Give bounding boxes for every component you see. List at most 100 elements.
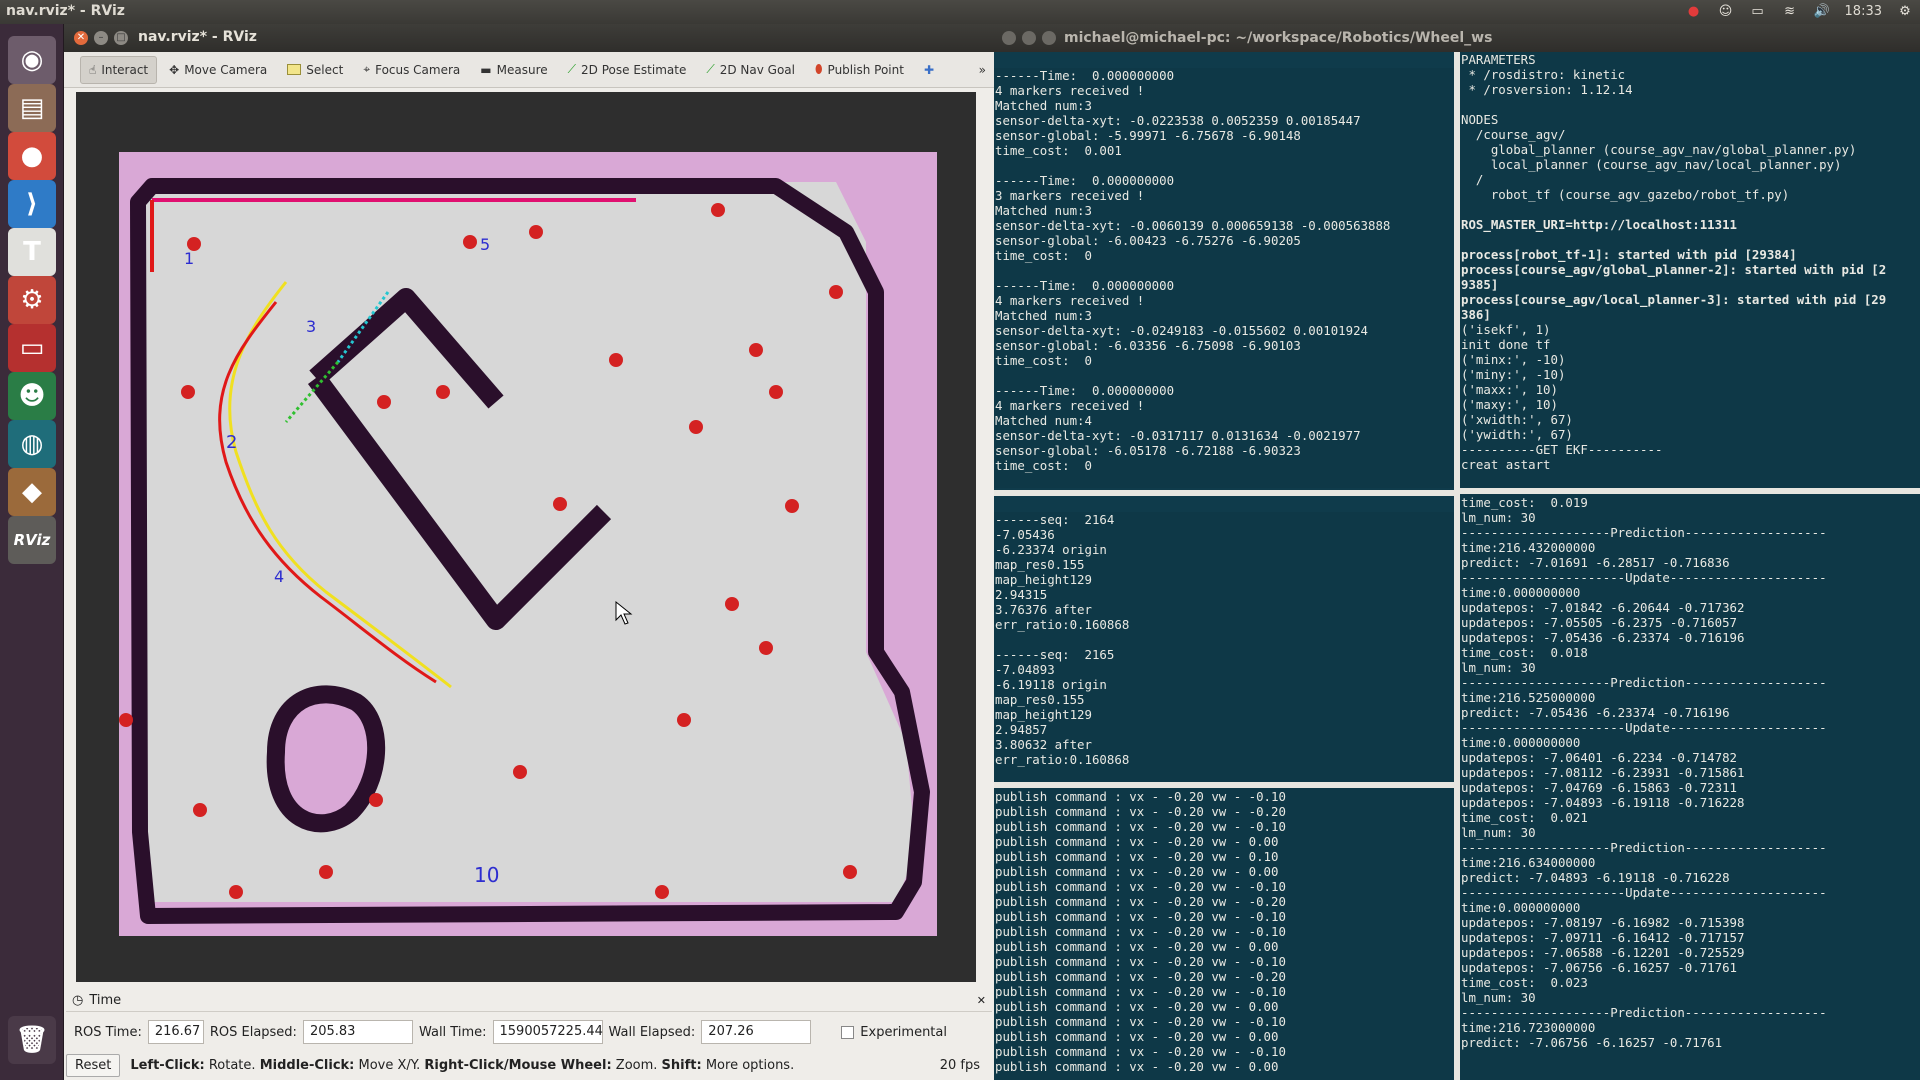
terminal-split-vertical[interactable] (1454, 52, 1460, 1080)
terminal-line: / (1461, 172, 1484, 187)
terminal-line: publish command : vx - -0.20 vw - -0.10 (995, 1044, 1286, 1059)
publish-point-label: Publish Point (827, 62, 904, 77)
terminal-line: sensor-delta-xyt: -0.0060139 0.000659138… (995, 218, 1391, 233)
landmark-marker (229, 885, 243, 899)
landmark-marker (181, 385, 195, 399)
wall-elapsed-field[interactable]: 207.26 (701, 1020, 812, 1044)
select-tool-button[interactable]: Select (279, 57, 351, 83)
terminal-pane-right-lower[interactable]: time_cost: 0.019 lm_num: 30 --------------… (1460, 495, 1920, 1080)
status-hint: Left-Click: Rotate. Middle-Click: Move X… (130, 1058, 794, 1073)
rviz-titlebar: ✕ – □ nav.rviz* - RViz (64, 24, 994, 52)
terminal-line: global_planner (course_agv_nav/global_pl… (1461, 142, 1857, 157)
terminal-line: time_cost: 0.021 (1461, 810, 1588, 825)
wall-time-field[interactable]: 1590057225.44 (492, 1020, 603, 1044)
terminal-line: updatepos: -7.05436 -6.23374 -0.716196 (1461, 630, 1745, 645)
terminal-pane-top-left[interactable]: ------Time: 0.000000000 4 markers receive… (994, 68, 1454, 488)
ros-time-label: ROS Time: (74, 1024, 142, 1040)
landmark-marker (319, 865, 333, 879)
wifi-icon[interactable]: ≋ (1781, 2, 1799, 20)
record-indicator-icon[interactable]: ● (1685, 2, 1703, 20)
clock[interactable]: 18:33 (1845, 4, 1882, 19)
terminal-line: 4 markers received ! (995, 398, 1145, 413)
move-camera-label: Move Camera (184, 62, 268, 77)
launcher-chrome-icon[interactable]: ● (8, 132, 56, 180)
publish-point-tool-button[interactable]: ⬮ Publish Point (807, 56, 912, 83)
terminal-line: time:216.432000000 (1461, 540, 1596, 555)
terminal-minimize-icon[interactable] (1022, 31, 1036, 45)
terminal-line: -7.04893 (995, 662, 1055, 677)
launcher-package-icon[interactable]: ◆ (8, 468, 56, 516)
landmark-marker (689, 420, 703, 434)
terminal-line: init done tf (1461, 337, 1551, 352)
focus-camera-tool-button[interactable]: ⌖ Focus Camera (355, 56, 468, 83)
reset-button[interactable]: Reset (66, 1053, 121, 1077)
terminal-line: publish command : vx - -0.20 vw - 0.00 (995, 1029, 1279, 1044)
launcher-screen-recorder-icon[interactable]: ▭ (8, 324, 56, 372)
close-panel-icon[interactable]: ✕ (977, 994, 986, 1007)
measure-tool-button[interactable]: ▬ Measure (472, 57, 555, 83)
terminal-pane-bottom-left[interactable]: publish command : vx - -0.20 vw - -0.10 p… (994, 789, 1454, 1080)
ros-time-field[interactable]: 216.67 (147, 1020, 204, 1044)
right-click-key: Right-Click/Mouse Wheel: (424, 1057, 612, 1073)
render-viewport[interactable]: 1 5 3 2 4 10 (76, 92, 976, 982)
experimental-checkbox[interactable] (841, 1025, 855, 1039)
ros-elapsed-field[interactable]: 205.83 (302, 1020, 413, 1044)
terminal-maximize-icon[interactable] (1042, 31, 1056, 45)
terminal-line: publish command : vx - -0.20 vw - 0.00 (995, 999, 1279, 1014)
move-camera-tool-button[interactable]: ✥ Move Camera (161, 57, 275, 83)
launcher-globe-icon[interactable]: ◍ (8, 420, 56, 468)
terminal-split-left-1[interactable] (994, 490, 1454, 496)
terminal-line: publish command : vx - -0.20 vw - -0.10 (995, 879, 1286, 894)
interact-tool-button[interactable]: ☝ Interact (80, 55, 158, 84)
terminal-split-left-2[interactable] (994, 782, 1454, 788)
settings-gear-icon[interactable]: ⚙ (1896, 2, 1914, 20)
terminal-line: sensor-delta-xyt: -0.0223538 0.0052359 0… (995, 113, 1361, 128)
landmark-marker (513, 765, 527, 779)
terminal-line: 2.94315 (995, 587, 1048, 602)
close-window-icon[interactable]: ✕ (74, 31, 88, 45)
launcher-system-settings-icon[interactable]: ⚙ (8, 276, 56, 324)
toolbar-overflow-button[interactable]: » (979, 63, 986, 77)
launcher-rviz-icon[interactable]: RViz (8, 516, 56, 564)
terminal-split-right[interactable] (1460, 488, 1920, 494)
keyboard-icon[interactable]: ▭ (1749, 2, 1767, 20)
landmark-marker (785, 499, 799, 513)
terminal-line: * /rosversion: 1.12.14 (1461, 82, 1633, 97)
crosshair-icon: ⌖ (363, 62, 371, 76)
terminal-line: publish command : vx - -0.20 vw - 0.00 (995, 834, 1279, 849)
maximize-window-icon[interactable]: □ (114, 31, 128, 45)
launcher-trash-icon[interactable]: 🗑 (8, 1016, 56, 1064)
terminal-close-icon[interactable] (1002, 31, 1016, 45)
launcher-files-icon[interactable]: ▤ (8, 84, 56, 132)
launcher-vscode-icon[interactable]: ⟩ (8, 180, 56, 228)
add-tool-button[interactable]: ✚ (916, 57, 942, 83)
landmark-marker (193, 803, 207, 817)
terminal-pane-middle-left[interactable]: ------seq: 2164 -7.05436 -6.23374 origin ma… (994, 512, 1454, 802)
interact-tool-label: Interact (101, 62, 149, 77)
launcher-text-editor-icon[interactable]: T (8, 228, 56, 276)
nav-goal-tool-button[interactable]: ⟋ 2D Nav Goal (698, 56, 803, 83)
terminal-line: NODES (1461, 112, 1499, 127)
occupancy-map[interactable]: 1 5 3 2 4 10 (76, 92, 976, 982)
pose-estimate-tool-button[interactable]: ⟋ 2D Pose Estimate (560, 56, 695, 83)
landmark-label-e: 4 (274, 567, 284, 586)
launcher-dash-home-icon[interactable]: ◉ (8, 36, 56, 84)
launcher-panda-icon[interactable]: ☻ (8, 372, 56, 420)
select-box-icon (287, 64, 302, 75)
minimize-window-icon[interactable]: – (94, 31, 108, 45)
terminal-pane-top-right[interactable]: PARAMETERS * /rosdistro: kinetic * /rosv… (1460, 52, 1920, 512)
terminal-line: --------------------Prediction----------… (1461, 1005, 1827, 1020)
active-window-title: nav.rviz* - RViz (6, 3, 125, 19)
terminal-line: updatepos: -7.04769 -6.15863 -0.72311 (1461, 780, 1738, 795)
terminal-line: updatepos: -7.09711 -6.16412 -0.717157 (1461, 930, 1745, 945)
terminal-line: sensor-global: -5.99971 -6.75678 -6.9014… (995, 128, 1301, 143)
terminal-line: publish command : vx - -0.20 vw - -0.10 (995, 924, 1286, 939)
volume-icon[interactable]: 🔊 (1813, 2, 1831, 20)
terminal-line: ('xwidth:', 67) (1461, 412, 1573, 427)
terminal-line: lm_num: 30 (1461, 990, 1536, 1005)
user-status-icon[interactable]: ☺ (1717, 2, 1735, 20)
wall-time-label: Wall Time: (418, 1024, 487, 1040)
landmark-marker (677, 713, 691, 727)
